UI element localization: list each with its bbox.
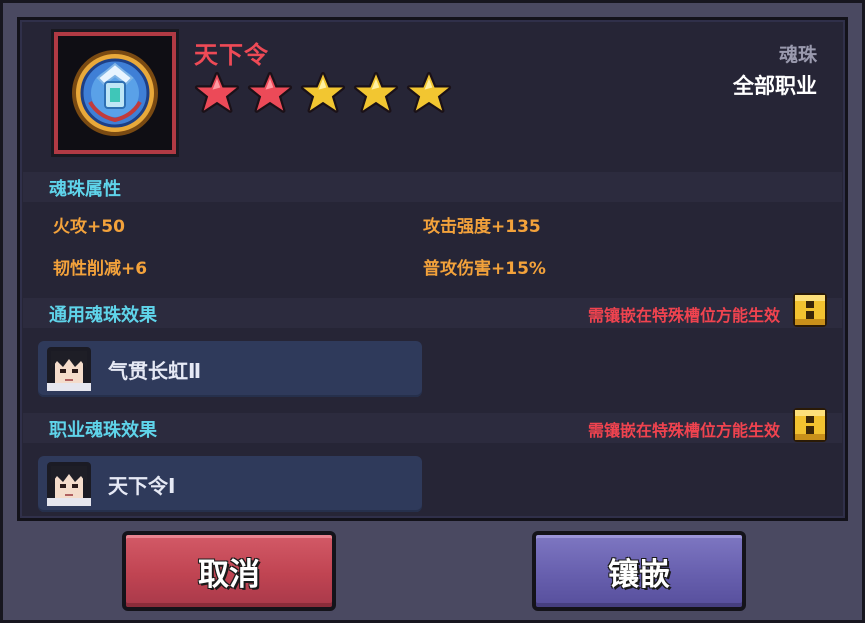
star-gold-icon bbox=[406, 72, 452, 114]
attribute-normal-attack-damage: 普攻伤害+15% bbox=[423, 259, 546, 279]
lock-icon[interactable] bbox=[792, 292, 828, 328]
attribute-attack-power: 攻击强度+135 bbox=[423, 217, 541, 237]
attribute-toughness-reduction: 韧性削减+6 bbox=[53, 259, 148, 279]
attributes-title: 魂珠属性 bbox=[49, 179, 121, 200]
star-red-icon bbox=[194, 72, 240, 114]
class-effect-card[interactable]: 天下令Ⅰ bbox=[38, 456, 422, 512]
inlay-button[interactable]: 镶嵌 bbox=[532, 531, 746, 611]
class-effect-note: 需镶嵌在特殊槽位方能生效 bbox=[587, 421, 780, 440]
item-icon-frame bbox=[54, 32, 176, 154]
item-name: 天下令 bbox=[194, 41, 269, 69]
common-effect-note: 需镶嵌在特殊槽位方能生效 bbox=[587, 306, 780, 325]
attribute-fire-attack: 火攻+50 bbox=[53, 217, 125, 237]
common-effect-card[interactable]: 气贯长虹Ⅱ bbox=[38, 341, 422, 397]
soul-orb-dialog: 天下令 魂珠 全部职业 魂珠属性 火攻+50 攻击强度+135 韧性削减+6 普… bbox=[0, 0, 865, 623]
lock-icon[interactable] bbox=[792, 407, 828, 443]
cancel-button[interactable]: 取消 bbox=[122, 531, 336, 611]
common-effect-section-header: 通用魂珠效果 需镶嵌在特殊槽位方能生效 bbox=[23, 293, 842, 328]
class-effect-title: 职业魂珠效果 bbox=[49, 420, 157, 441]
star-gold-icon bbox=[300, 72, 346, 114]
character-portrait-icon bbox=[47, 462, 91, 506]
item-type-label: 魂珠 bbox=[778, 44, 817, 66]
common-effect-title: 通用魂珠效果 bbox=[49, 305, 157, 326]
class-requirement-label: 全部职业 bbox=[733, 74, 817, 98]
common-effect-name: 气贯长虹Ⅱ bbox=[108, 359, 202, 383]
attributes-section-header: 魂珠属性 bbox=[23, 172, 842, 202]
star-gold-icon bbox=[353, 72, 399, 114]
soul-orb-icon bbox=[72, 50, 158, 136]
item-detail-panel: 天下令 魂珠 全部职业 魂珠属性 火攻+50 攻击强度+135 韧性削减+6 普… bbox=[17, 17, 848, 521]
class-effect-section-header: 职业魂珠效果 需镶嵌在特殊槽位方能生效 bbox=[23, 408, 842, 443]
class-effect-name: 天下令Ⅰ bbox=[108, 474, 176, 498]
character-portrait-icon bbox=[47, 347, 91, 391]
star-rating bbox=[194, 72, 452, 114]
star-red-icon bbox=[247, 72, 293, 114]
